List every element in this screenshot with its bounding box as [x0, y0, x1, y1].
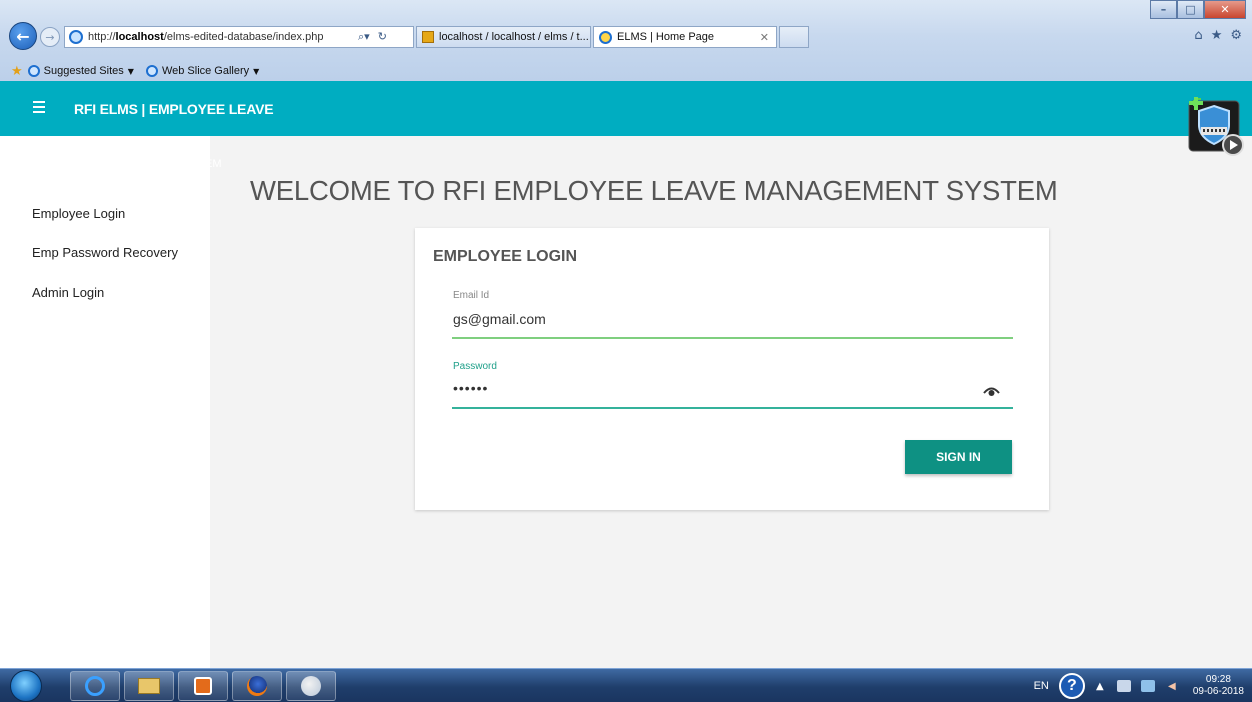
- ie-page-icon: [69, 30, 83, 44]
- start-button[interactable]: [10, 670, 42, 702]
- sidebar-item-employee-login[interactable]: Employee Login: [32, 206, 125, 221]
- sidebar-item-admin-login[interactable]: Admin Login: [32, 285, 104, 300]
- taskbar-internet-explorer[interactable]: [70, 671, 120, 701]
- favorites-bar: ★ Suggested Sites ▼ Web Slice Gallery ▼: [0, 61, 1252, 81]
- security-app-badge-icon[interactable]: [1187, 97, 1245, 157]
- language-indicator[interactable]: EN: [1034, 680, 1049, 692]
- favorite-web-slice-gallery[interactable]: Web Slice Gallery ▼: [145, 65, 260, 77]
- login-card-title: EMPLOYEE LOGIN: [433, 248, 578, 265]
- help-icon[interactable]: ?: [1058, 673, 1085, 699]
- email-label: Email Id: [453, 290, 490, 301]
- close-tab-icon[interactable]: ✕: [760, 31, 769, 44]
- phpmyadmin-icon: [422, 31, 434, 43]
- network-icon[interactable]: [1140, 680, 1155, 692]
- media-player-icon: [194, 677, 212, 695]
- ie-tab-icon: [599, 30, 612, 44]
- firefox-icon: [247, 676, 267, 696]
- favorites-add-icon[interactable]: ★: [11, 64, 23, 79]
- address-url[interactable]: http://localhost/elms-edited-database/in…: [88, 31, 350, 43]
- sign-in-button[interactable]: SIGN IN: [905, 440, 1012, 474]
- favorites-star-icon[interactable]: ★: [1211, 28, 1223, 43]
- browser-chrome: – □ ✕ ← → http://localhost/elms-edited-d…: [0, 0, 1252, 81]
- email-underline: [452, 337, 1013, 339]
- clock[interactable]: 09:28 09-06-2018: [1193, 674, 1244, 698]
- address-bar[interactable]: http://localhost/elms-edited-database/in…: [64, 26, 414, 48]
- forward-arrow-icon: →: [45, 30, 55, 44]
- show-hidden-icons-icon[interactable]: ▲: [1093, 680, 1107, 692]
- hamburger-menu-icon[interactable]: [33, 101, 45, 113]
- search-icon[interactable]: ⌕▾: [358, 30, 370, 44]
- favorite-suggested-sites[interactable]: Suggested Sites ▼: [27, 65, 134, 77]
- show-password-eye-icon[interactable]: [983, 385, 1000, 397]
- close-window-button[interactable]: ✕: [1204, 0, 1246, 19]
- back-button[interactable]: ←: [9, 22, 37, 50]
- app-brand[interactable]: RFI ELMS | EMPLOYEE LEAVE: [74, 101, 274, 117]
- home-icon[interactable]: ⌂: [1194, 28, 1202, 43]
- back-arrow-icon: ←: [16, 26, 30, 46]
- chevron-down-icon: ▼: [253, 66, 260, 76]
- minimize-button[interactable]: –: [1150, 0, 1177, 19]
- sidebar-item-password-recovery[interactable]: Emp Password Recovery: [32, 245, 178, 260]
- speaker-muted-icon[interactable]: ◀: [1165, 680, 1179, 692]
- app-header: RFI ELMS | EMPLOYEE LEAVE: [0, 81, 1252, 136]
- page-title: WELCOME TO RFI EMPLOYEE LEAVE MANAGEMENT…: [250, 175, 1058, 206]
- windows-taskbar: EN ? ▲ ◀ 09:28 09-06-2018: [0, 668, 1252, 702]
- gear-icon[interactable]: ⚙: [1230, 28, 1242, 43]
- taskbar-file-explorer[interactable]: [124, 671, 174, 701]
- password-label: Password: [453, 361, 497, 372]
- taskbar-firefox[interactable]: [232, 671, 282, 701]
- forward-button[interactable]: →: [40, 27, 60, 47]
- folder-icon: [138, 678, 160, 694]
- login-card: EMPLOYEE LOGIN Email Id gs@gmail.com Pas…: [415, 228, 1049, 510]
- email-field[interactable]: gs@gmail.com: [453, 311, 546, 327]
- paint-palette-icon: [301, 676, 321, 696]
- password-underline: [452, 407, 1013, 409]
- chevron-down-icon: ▼: [127, 66, 134, 76]
- taskbar-media-player[interactable]: [178, 671, 228, 701]
- password-field[interactable]: ••••••: [453, 380, 488, 396]
- action-center-flag-icon[interactable]: [1116, 680, 1131, 692]
- tab-phpmyadmin[interactable]: localhost / localhost / elms / t...: [416, 26, 591, 48]
- new-tab-button[interactable]: [779, 26, 809, 48]
- sidebar-ghost-text: EM: [205, 158, 222, 170]
- system-tray: EN ? ▲ ◀ 09:28 09-06-2018: [1034, 673, 1244, 699]
- ie-icon: [27, 65, 40, 77]
- ie-icon: [85, 676, 105, 696]
- ie-icon: [145, 65, 158, 77]
- window-controls: – □ ✕: [1150, 0, 1246, 19]
- tab-elms-home[interactable]: ELMS | Home Page ✕: [593, 26, 777, 48]
- refresh-icon[interactable]: ↻: [378, 30, 387, 44]
- taskbar-paint[interactable]: [286, 671, 336, 701]
- maximize-button[interactable]: □: [1177, 0, 1204, 19]
